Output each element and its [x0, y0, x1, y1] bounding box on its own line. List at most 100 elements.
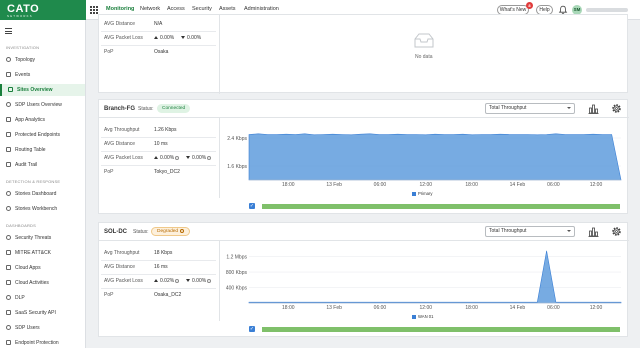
- sidebar-item-mitre-attack[interactable]: MITRE ATT&CK: [0, 247, 85, 259]
- gear-icon[interactable]: [610, 102, 623, 115]
- info-icon[interactable]: [207, 278, 212, 283]
- x-tick-label: 18:00: [282, 305, 295, 311]
- sidebar-item-cloud-activities[interactable]: Cloud Activities: [0, 277, 85, 289]
- site-panel-branch-fg: Branch-FG Status: Connected Total Throug…: [98, 99, 629, 214]
- sidebar-item-label: Events: [15, 72, 31, 78]
- y-tick-label: 1.6 Kbps: [227, 164, 247, 170]
- nav-assets[interactable]: Assets: [219, 6, 236, 12]
- sidebar-item-protected-endpoints[interactable]: Protected Endpoints: [0, 129, 85, 141]
- row-divider: [101, 151, 216, 152]
- sidebar-item-security-threats[interactable]: Security Threats: [0, 232, 85, 244]
- empty-inbox-icon: [414, 33, 434, 48]
- x-tick-label: 12:00: [420, 305, 433, 311]
- pop-label: PoP: [104, 169, 114, 175]
- threats-icon: [6, 235, 11, 240]
- cloud-apps-icon: [6, 265, 11, 270]
- sidebar-item-audit-trail[interactable]: Audit Trail: [0, 159, 85, 171]
- sidebar-item-label: Stories Workbench: [15, 206, 58, 212]
- sidebar-item-app-analytics[interactable]: App Analytics: [0, 114, 85, 126]
- avg-distance-value: 10 ms: [154, 141, 168, 147]
- sidebar-item-label: MITRE ATT&CK: [15, 250, 52, 256]
- sidebar-item-stories-dashboard[interactable]: Stories Dashboard: [0, 188, 85, 200]
- legend-swatch: [412, 314, 416, 319]
- x-tick-label: 18:00: [465, 182, 478, 188]
- topology-icon: [6, 57, 11, 62]
- nav-administration[interactable]: Administration: [244, 6, 279, 12]
- metric-select[interactable]: Total Throughput: [485, 103, 575, 114]
- sidebar-item-endpoint-protection[interactable]: Endpoint Protection: [0, 337, 85, 348]
- site-name[interactable]: SOL-DC: [104, 229, 127, 235]
- sidebar-item-dlp[interactable]: DLP: [0, 292, 85, 304]
- sidebar-item-sites-overview[interactable]: Sites Overview: [0, 84, 85, 96]
- range-checkbox[interactable]: ✓: [249, 326, 255, 332]
- audit-icon: [6, 162, 11, 167]
- avg-throughput-label: Avg Throughput: [104, 250, 140, 256]
- cato-logo[interactable]: CATO NETWORKS: [0, 0, 86, 20]
- nav-access[interactable]: Access: [167, 6, 185, 12]
- user-name-redacted: [586, 8, 628, 12]
- row-divider: [101, 274, 216, 275]
- nav-security[interactable]: Security: [192, 6, 212, 12]
- series-area[interactable]: [248, 133, 622, 181]
- info-icon[interactable]: [175, 155, 180, 160]
- apps-grid-icon[interactable]: [90, 6, 98, 14]
- info-icon[interactable]: [175, 278, 180, 283]
- sidebar-item-events[interactable]: Events: [0, 69, 85, 81]
- arrow-up-icon: [154, 279, 158, 283]
- unit: %: [169, 155, 175, 161]
- row-divider: [101, 45, 216, 46]
- bar-chart-icon[interactable]: [587, 225, 600, 238]
- x-tick-label: 14 Feb: [510, 305, 526, 311]
- unit: %: [169, 278, 175, 284]
- sidebar-item-sdp-users[interactable]: SDP Users: [0, 322, 85, 334]
- avg-packet-loss-label: AVG Packet Loss: [104, 155, 143, 161]
- avg-throughput-value: 18 Kbps: [154, 250, 173, 256]
- sidebar-item-cloud-apps[interactable]: Cloud Apps: [0, 262, 85, 274]
- legend-swatch: [412, 191, 416, 196]
- chart-legend[interactable]: Primary: [412, 191, 432, 196]
- info-icon[interactable]: [207, 155, 212, 160]
- time-range-slider[interactable]: [262, 204, 620, 209]
- avg-distance-value: 16 ms: [154, 264, 168, 270]
- y-tick-label: 2.4 Kbps: [227, 136, 247, 142]
- packet-loss-down-value: 0.00: [187, 35, 197, 41]
- nav-monitoring[interactable]: Monitoring: [106, 6, 134, 12]
- avg-distance-label: AVG Distance: [104, 264, 136, 270]
- status-label: Status:: [133, 229, 149, 235]
- bar-chart-icon[interactable]: [587, 102, 600, 115]
- sidebar-item-topology[interactable]: Topology: [0, 54, 85, 66]
- sidebar-item-sdp-users-overview[interactable]: SDP Users Overview: [0, 99, 85, 111]
- avg-packet-loss-label: AVG Packet Loss: [104, 35, 143, 41]
- pop-value: Osaka: [154, 49, 169, 55]
- series-area[interactable]: [248, 250, 622, 304]
- chevron-down-icon: [567, 230, 571, 232]
- panel-divider: [219, 241, 220, 321]
- analytics-icon: [6, 117, 11, 122]
- sidebar-item-stories-workbench[interactable]: Stories Workbench: [0, 203, 85, 215]
- site-name[interactable]: Branch-FG: [104, 106, 135, 112]
- nav-network[interactable]: Network: [140, 6, 160, 12]
- packet-loss-down: 0.00%: [186, 155, 212, 161]
- chart-legend[interactable]: WAN 01: [412, 314, 433, 319]
- unit: %: [196, 35, 202, 41]
- sidebar-section-detection: DETECTION & RESPONSE: [6, 179, 61, 184]
- throughput-chart[interactable]: 1.2 Mbps 800 Kbps 400 Kbps 18:00 13 Feb 06:00…: [221, 243, 626, 323]
- pop-label: PoP: [104, 292, 114, 298]
- throughput-chart[interactable]: 2.4 Kbps 1.6 Kbps 18:00 13 Feb 06:00 12:00 18:…: [221, 120, 626, 200]
- gear-icon[interactable]: [610, 225, 623, 238]
- site-panel-sol-dc: SOL-DC Status: Degraded Total Throughput…: [98, 222, 629, 337]
- metric-select[interactable]: Total Throughput: [485, 226, 575, 237]
- hamburger-menu-icon[interactable]: [5, 28, 12, 36]
- sidebar-item-label: App Analytics: [15, 117, 46, 123]
- sidebar-item-label: SaaS Security API: [15, 310, 56, 316]
- sidebar-item-routing-table[interactable]: Routing Table: [0, 144, 85, 156]
- pop-value: Osaka_DC2: [154, 292, 182, 298]
- packet-loss-down: 0.00%: [181, 35, 201, 41]
- x-tick-label: 12:00: [590, 182, 603, 188]
- sidebar-item-saas-security-api[interactable]: SaaS Security API: [0, 307, 85, 319]
- range-checkbox[interactable]: ✓: [249, 203, 255, 209]
- x-tick-label: 12:00: [590, 305, 603, 311]
- time-range-slider[interactable]: [262, 327, 620, 332]
- info-icon[interactable]: [180, 228, 185, 233]
- packet-loss-down-value: 0.00: [192, 278, 202, 284]
